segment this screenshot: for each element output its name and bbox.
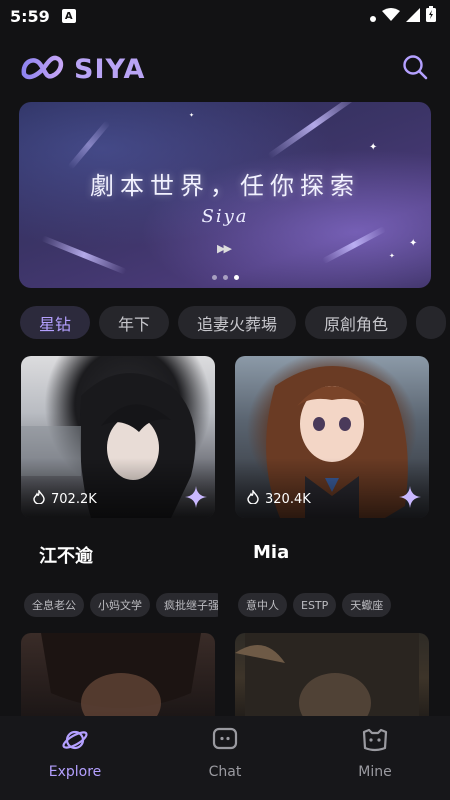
- star-sparkle-icon: ✦: [389, 252, 395, 260]
- character-image[interactable]: 320.4K: [235, 356, 429, 518]
- star-sparkle-icon: ✦: [369, 142, 378, 153]
- flame-icon: [33, 488, 45, 508]
- logo-text: SIYA: [74, 53, 146, 85]
- banner-pagination: [19, 275, 431, 280]
- likes-value: 320.4K: [265, 491, 311, 507]
- planet-icon: [61, 726, 89, 758]
- nav-chat[interactable]: Chat: [165, 726, 285, 780]
- category-chip-nianxia[interactable]: 年下: [99, 306, 170, 339]
- character-name: Mia: [253, 542, 290, 563]
- banner-dot[interactable]: [222, 275, 228, 280]
- bottom-navigation: Explore Chat Mine: [0, 716, 450, 800]
- siya-logo-mark-icon: [20, 52, 68, 86]
- light-streak: [267, 102, 361, 160]
- category-chips: 星钻 年下 追妻火葬場 原創角色: [20, 306, 450, 340]
- tag[interactable]: ESTP: [293, 593, 337, 617]
- character-illustration: [235, 633, 419, 723]
- tag[interactable]: 意中人: [238, 593, 287, 617]
- nav-label: Mine: [358, 764, 392, 780]
- light-streak: [321, 225, 387, 265]
- siya-logo: SIYA: [20, 52, 145, 86]
- sparkle-icon[interactable]: [185, 486, 207, 512]
- nav-label: Explore: [48, 764, 102, 780]
- signal-dot-icon: [370, 7, 376, 26]
- search-button[interactable]: [400, 54, 430, 84]
- wifi-icon: [382, 7, 400, 26]
- profile-face-icon: [360, 726, 390, 758]
- light-streak: [41, 235, 127, 275]
- banner-subtitle: Siya: [201, 206, 249, 227]
- tag[interactable]: 疯批继子强: [156, 593, 218, 617]
- likes-count: 320.4K: [247, 488, 311, 508]
- character-card-partial[interactable]: [235, 633, 429, 723]
- banner-title: 劇本世界，任你探索: [90, 172, 360, 200]
- cell-signal-icon: [406, 7, 420, 26]
- play-arrows-icon: ▶▶: [217, 242, 232, 255]
- star-sparkle-icon: ✦: [409, 238, 418, 249]
- sparkle-icon[interactable]: [399, 486, 421, 512]
- star-sparkle-icon: ✦: [189, 112, 195, 119]
- app-header: SIYA: [0, 48, 450, 90]
- category-chip-yuanchuang[interactable]: 原創角色: [305, 306, 408, 339]
- status-bar: 5:59 A: [0, 0, 450, 32]
- nav-mine[interactable]: Mine: [315, 726, 435, 780]
- character-image[interactable]: 702.2K: [21, 356, 215, 518]
- search-icon: [402, 54, 428, 84]
- tag-list: 意中人 ESTP 天蠍座: [238, 593, 432, 617]
- chat-bubble-icon: [211, 726, 239, 758]
- banner-dot[interactable]: [211, 275, 217, 280]
- nav-label: Chat: [208, 764, 242, 780]
- battery-charging-icon: [426, 6, 436, 26]
- character-card[interactable]: 702.2K 江不逾 全息老公 小妈文学 疯批继子强: [21, 356, 218, 618]
- flame-icon: [247, 488, 259, 508]
- status-icons: [370, 6, 436, 26]
- character-card-partial[interactable]: [21, 633, 215, 723]
- notification-a-icon: A: [61, 9, 76, 23]
- tag[interactable]: 小妈文学: [90, 593, 150, 617]
- character-card[interactable]: 320.4K Mia 意中人 ESTP 天蠍座: [235, 356, 429, 618]
- promo-banner[interactable]: ✦ ✦ ✦ ✦ 劇本世界，任你探索 Siya ▶▶: [19, 102, 431, 288]
- status-time: 5:59: [10, 6, 50, 26]
- tag-list: 全息老公 小妈文学 疯批继子强: [24, 593, 218, 617]
- likes-value: 702.2K: [51, 491, 97, 507]
- character-illustration: [41, 633, 201, 723]
- category-chip-more[interactable]: [416, 306, 447, 339]
- light-streak: [67, 120, 111, 170]
- likes-count: 702.2K: [33, 488, 97, 508]
- category-chip-xingzuan[interactable]: 星钻: [20, 306, 91, 339]
- tag[interactable]: 全息老公: [24, 593, 84, 617]
- nav-explore[interactable]: Explore: [15, 726, 135, 780]
- tag[interactable]: 天蠍座: [342, 593, 392, 617]
- character-name: 江不逾: [39, 546, 93, 567]
- banner-dot-active[interactable]: [233, 275, 239, 280]
- category-chip-zhuiqi[interactable]: 追妻火葬場: [178, 306, 297, 339]
